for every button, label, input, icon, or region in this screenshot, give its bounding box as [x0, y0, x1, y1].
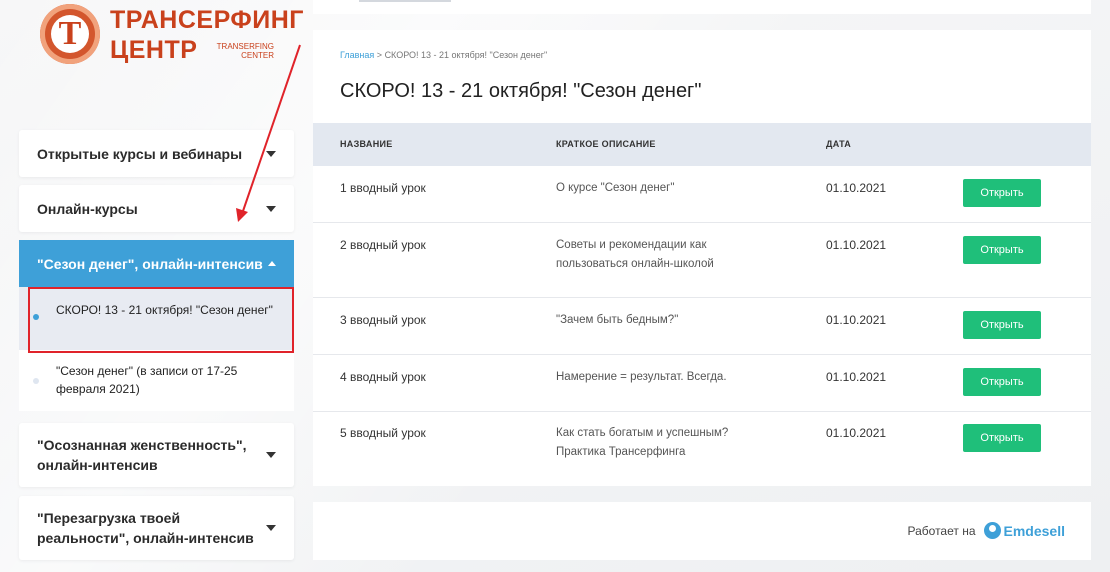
logo-subtitle-2: CENTER — [241, 51, 274, 60]
brand-name: Emdesell — [1003, 522, 1065, 539]
lesson-date: 01.10.2021 — [826, 181, 887, 195]
top-bar — [313, 0, 1091, 14]
logo-title: ТРАНСЕРФИНГ — [110, 6, 304, 34]
lesson-name: 1 вводный урок — [340, 181, 426, 195]
table-row: 3 вводный урок "Зачем быть бедным?" 01.1… — [313, 297, 1091, 355]
open-button[interactable]: Открыть — [963, 179, 1041, 207]
emdesell-logo-icon — [983, 522, 1001, 539]
highlight-box — [28, 287, 294, 353]
logo-letter: Т — [51, 15, 89, 53]
footer: Работает на Emdesell — [313, 502, 1091, 560]
sidebar-item-label: Онлайн-курсы — [37, 200, 138, 217]
logo[interactable]: Т ТРАНСЕРФИНГ ЦЕНТР TRANSERFING CENTER — [40, 2, 303, 66]
top-bar-control[interactable] — [359, 0, 451, 2]
sidebar-item-reboot[interactable]: "Перезагрузка твоей реальности", онлайн-… — [19, 496, 294, 560]
sidebar-item-label: "Перезагрузка твоей реальности", онлайн-… — [37, 510, 254, 546]
sidebar-item-season-money[interactable]: "Сезон денег", онлайн-интенсив — [19, 240, 294, 287]
table-row: 5 вводный урок Как стать богатым и успеш… — [313, 411, 1091, 486]
lesson-date: 01.10.2021 — [826, 238, 887, 252]
sidebar-item-online-courses[interactable]: Онлайн-курсы — [19, 185, 294, 232]
logo-subtitle: TRANSERFING CENTER — [212, 42, 274, 60]
chevron-down-icon — [266, 452, 276, 458]
sidebar-subitem-label: "Сезон денег" (в записи от 17-25 февраля… — [56, 364, 238, 396]
open-button[interactable]: Открыть — [963, 311, 1041, 339]
powered-by[interactable]: Работает на Emdesell — [907, 522, 1065, 539]
breadcrumb-separator: > — [376, 50, 383, 60]
table-row: 2 вводный урок Советы и рекомендации как… — [313, 222, 1091, 298]
sidebar-item-label: "Сезон денег", онлайн-интенсив — [37, 255, 263, 272]
bullet-icon — [33, 378, 39, 384]
lesson-name: 3 вводный урок — [340, 313, 426, 327]
logo-title-2: ЦЕНТР — [110, 36, 198, 64]
lesson-description: Намерение = результат. Всегда. — [556, 371, 727, 383]
table-header: НАЗВАНИЕ КРАТКОЕ ОПИСАНИЕ ДАТА — [313, 123, 1091, 166]
chevron-down-icon — [266, 150, 276, 157]
lesson-description: Советы и рекомендации как пользоваться о… — [556, 239, 714, 270]
logo-emblem: Т — [40, 4, 100, 64]
sidebar-item-femininity[interactable]: "Осознанная женственность", онлайн-интен… — [19, 423, 294, 487]
lesson-name: 4 вводный урок — [340, 370, 426, 384]
column-header-name: НАЗВАНИЕ — [340, 139, 393, 149]
breadcrumb-current: СКОРО! 13 - 21 октября! "Сезон денег" — [384, 50, 548, 60]
page-title: СКОРО! 13 - 21 октября! "Сезон денег" — [340, 80, 702, 102]
sidebar-item-label: "Осознанная женственность", онлайн-интен… — [37, 437, 247, 473]
lesson-description: "Зачем быть бедным?" — [556, 314, 679, 326]
breadcrumb: Главная > СКОРО! 13 - 21 октября! "Сезон… — [340, 50, 547, 60]
sidebar-item-label: Открытые курсы и вебинары — [37, 145, 243, 162]
open-button[interactable]: Открыть — [963, 236, 1041, 264]
lesson-name: 5 вводный урок — [340, 426, 426, 440]
breadcrumb-home[interactable]: Главная — [340, 50, 374, 60]
table-row: 1 вводный урок О курсе "Сезон денег" 01.… — [313, 166, 1091, 223]
column-header-date: ДАТА — [826, 139, 852, 149]
table-row: 4 вводный урок Намерение = результат. Вс… — [313, 354, 1091, 412]
column-header-description: КРАТКОЕ ОПИСАНИЕ — [556, 139, 656, 149]
chevron-down-icon — [266, 525, 276, 531]
lesson-date: 01.10.2021 — [826, 426, 887, 440]
sidebar-item-open-courses[interactable]: Открытые курсы и вебинары — [19, 130, 294, 177]
open-button[interactable]: Открыть — [963, 368, 1041, 396]
chevron-up-icon — [268, 261, 276, 266]
chevron-down-icon — [266, 205, 276, 212]
logo-subtitle-1: TRANSERFING — [216, 42, 274, 51]
lesson-date: 01.10.2021 — [826, 313, 887, 327]
content-card: Главная > СКОРО! 13 - 21 октября! "Сезон… — [313, 30, 1091, 486]
lesson-description: Как стать богатым и успешным? Практика Т… — [556, 427, 729, 458]
lesson-description: О курсе "Сезон денег" — [556, 182, 675, 194]
sidebar-subitem-recording[interactable]: "Сезон денег" (в записи от 17-25 февраля… — [19, 362, 294, 407]
open-button[interactable]: Открыть — [963, 424, 1041, 452]
powered-by-label: Работает на — [907, 523, 976, 538]
lesson-date: 01.10.2021 — [826, 370, 887, 384]
lesson-name: 2 вводный урок — [340, 238, 426, 252]
